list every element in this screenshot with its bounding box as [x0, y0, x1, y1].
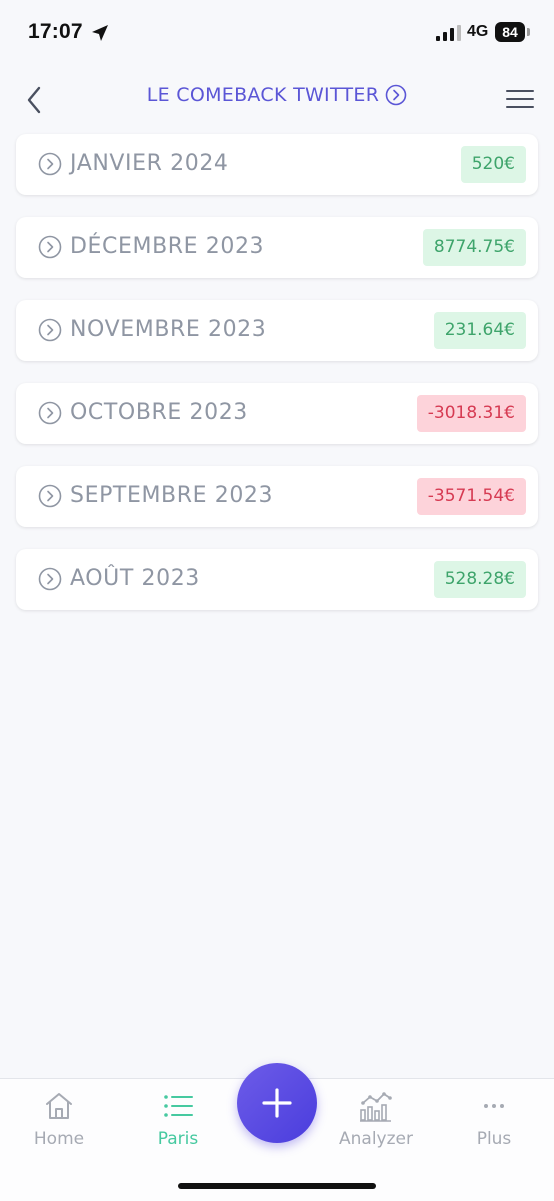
tab-home[interactable]: Home: [9, 1089, 109, 1149]
tab-label: Home: [33, 1129, 85, 1149]
chevron-circle-right-icon: [38, 235, 62, 259]
month-card-decembre-2023[interactable]: DÉCEMBRE 2023 8774.75€: [16, 217, 538, 278]
plus-icon: [262, 1088, 292, 1118]
month-label: SEPTEMBRE 2023: [70, 483, 274, 508]
month-label: NOVEMBRE 2023: [70, 317, 267, 342]
status-bar: 17:07 4G 84: [0, 0, 554, 66]
month-label: AOÛT 2023: [70, 566, 200, 591]
bar-chart-icon: [360, 1092, 392, 1122]
ellipsis-icon: [484, 1104, 504, 1108]
month-card-aout-2023[interactable]: AOÛT 2023 528.28€: [16, 549, 538, 610]
chevron-circle-right-icon: [38, 152, 62, 176]
amount-badge: 8774.75€: [422, 229, 526, 266]
chevron-circle-right-icon: [38, 318, 62, 342]
chevron-circle-right-icon: [38, 567, 62, 591]
amount-badge: -3571.54€: [416, 478, 526, 515]
home-indicator[interactable]: [178, 1183, 376, 1189]
add-bet-button[interactable]: [237, 1063, 317, 1143]
month-list: JANVIER 2024 520€ DÉCEMBRE 2023 8774.75€…: [16, 134, 538, 632]
location-arrow-icon: [92, 25, 108, 41]
nav-header: LE COMEBACK TWITTER: [0, 72, 554, 126]
month-label: JANVIER 2024: [70, 151, 229, 176]
tab-label: Plus: [476, 1129, 512, 1149]
header-title-wrap: LE COMEBACK TWITTER: [0, 84, 554, 106]
month-label: DÉCEMBRE 2023: [70, 234, 265, 259]
hamburger-menu-icon[interactable]: [503, 86, 535, 112]
network-label: 4G: [467, 23, 489, 40]
month-label: OCTOBRE 2023: [70, 400, 248, 425]
tab-plus[interactable]: Plus: [444, 1089, 544, 1149]
chevron-circle-right-icon: [385, 84, 407, 106]
tab-label: Analyzer: [339, 1129, 413, 1149]
page-title: LE COMEBACK TWITTER: [146, 84, 380, 106]
tab-paris[interactable]: Paris: [128, 1089, 228, 1149]
amount-badge: 231.64€: [433, 312, 526, 349]
chevron-circle-right-icon: [38, 484, 62, 508]
month-card-janvier-2024[interactable]: JANVIER 2024 520€: [16, 134, 538, 195]
chevron-circle-right-icon: [38, 401, 62, 425]
status-time: 17:07: [28, 20, 83, 43]
page-title-button[interactable]: LE COMEBACK TWITTER: [147, 84, 408, 106]
battery-cap: [527, 28, 530, 36]
list-icon: [164, 1095, 193, 1117]
month-card-octobre-2023[interactable]: OCTOBRE 2023 -3018.31€: [16, 383, 538, 444]
amount-badge: -3018.31€: [416, 395, 526, 432]
amount-badge: 528.28€: [433, 561, 526, 598]
month-card-septembre-2023[interactable]: SEPTEMBRE 2023 -3571.54€: [16, 466, 538, 527]
month-card-novembre-2023[interactable]: NOVEMBRE 2023 231.64€: [16, 300, 538, 361]
tab-label: Paris: [157, 1129, 199, 1149]
amount-badge: 520€: [460, 146, 526, 183]
battery-icon: 84: [495, 22, 525, 42]
signal-icon: [436, 25, 461, 41]
tab-analyzer[interactable]: Analyzer: [326, 1089, 426, 1149]
house-icon: [46, 1093, 72, 1119]
